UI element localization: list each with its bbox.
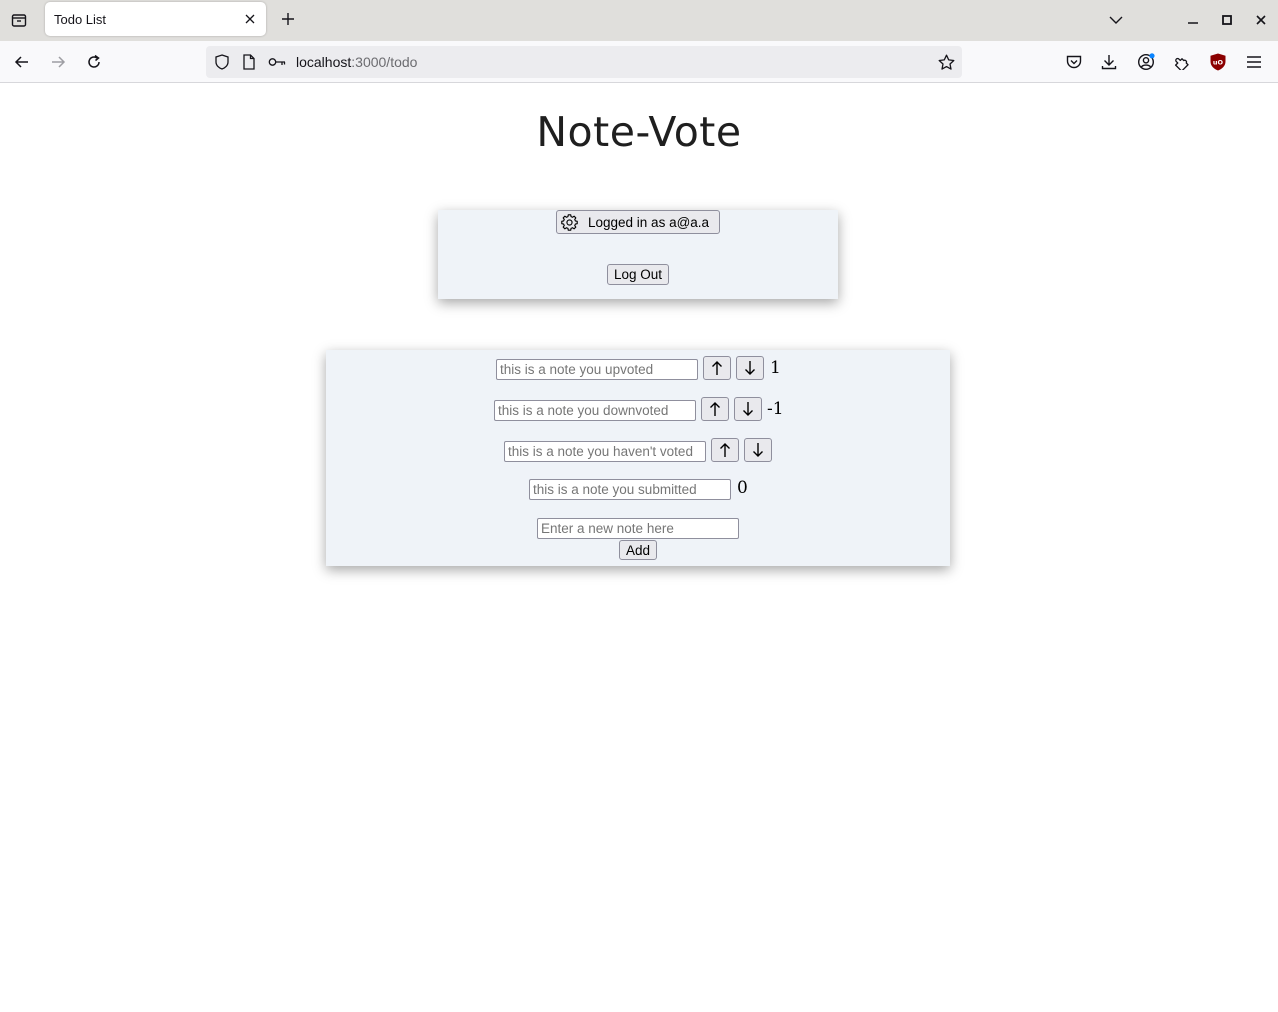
upvote-button[interactable]	[711, 438, 739, 462]
note-field-submitted[interactable]	[529, 479, 731, 500]
shield-icon[interactable]	[214, 54, 230, 70]
downloads-icon[interactable]	[1098, 51, 1120, 73]
back-arrow-icon[interactable]	[10, 50, 34, 74]
downvote-button[interactable]	[744, 438, 772, 462]
reload-icon[interactable]	[82, 50, 106, 74]
note-field-downvoted[interactable]	[494, 400, 696, 421]
navigation-bar: localhost:3000/todo uO	[0, 41, 1278, 83]
user-panel: Logged in as a@a.a Log Out	[438, 210, 838, 299]
extensions-icon[interactable]	[1171, 51, 1193, 73]
url-bar[interactable]: localhost:3000/todo	[206, 46, 962, 78]
close-window-icon[interactable]	[1250, 9, 1272, 31]
note-score: 0	[737, 478, 748, 498]
svg-text:uO: uO	[1213, 59, 1224, 67]
url-host: localhost	[296, 54, 352, 70]
url-path: :3000/todo	[351, 54, 418, 70]
note-field-upvoted[interactable]	[496, 359, 698, 380]
tab-overview-icon[interactable]	[8, 9, 30, 31]
maximize-icon[interactable]	[1216, 9, 1238, 31]
page-icon[interactable]	[241, 54, 257, 70]
upvote-button[interactable]	[701, 397, 729, 421]
note-field-not-voted[interactable]	[504, 441, 706, 462]
note-score: -1	[767, 399, 784, 419]
tab-bar: Todo List	[0, 0, 1278, 41]
new-tab-icon[interactable]	[278, 9, 298, 29]
note-score: 1	[770, 358, 781, 378]
downvote-button[interactable]	[734, 397, 762, 421]
downvote-button[interactable]	[736, 356, 764, 380]
bookmark-star-icon[interactable]	[937, 54, 955, 70]
ublock-origin-icon[interactable]: uO	[1207, 51, 1229, 73]
forward-arrow-icon[interactable]	[46, 50, 70, 74]
active-tab[interactable]: Todo List	[45, 2, 266, 36]
pocket-icon[interactable]	[1063, 51, 1085, 73]
minimize-icon[interactable]	[1182, 9, 1204, 31]
key-icon[interactable]	[268, 54, 286, 70]
tab-title: Todo List	[54, 12, 107, 27]
add-note-button[interactable]: Add	[619, 540, 657, 560]
upvote-button[interactable]	[703, 356, 731, 380]
notes-panel: 1 -1 0 Add	[326, 350, 950, 566]
log-out-button[interactable]: Log Out	[607, 264, 669, 285]
page-title: Note-Vote	[536, 108, 742, 156]
gear-icon	[561, 213, 578, 231]
account-icon[interactable]	[1135, 51, 1157, 73]
user-settings-button[interactable]: Logged in as a@a.a	[556, 210, 720, 234]
list-all-tabs-icon[interactable]	[1105, 9, 1127, 31]
new-note-input[interactable]	[537, 518, 739, 539]
logged-in-label: Logged in as a@a.a	[588, 214, 710, 230]
close-tab-icon[interactable]	[242, 11, 258, 27]
url-text[interactable]: localhost:3000/todo	[296, 54, 417, 70]
hamburger-menu-icon[interactable]	[1243, 51, 1265, 73]
